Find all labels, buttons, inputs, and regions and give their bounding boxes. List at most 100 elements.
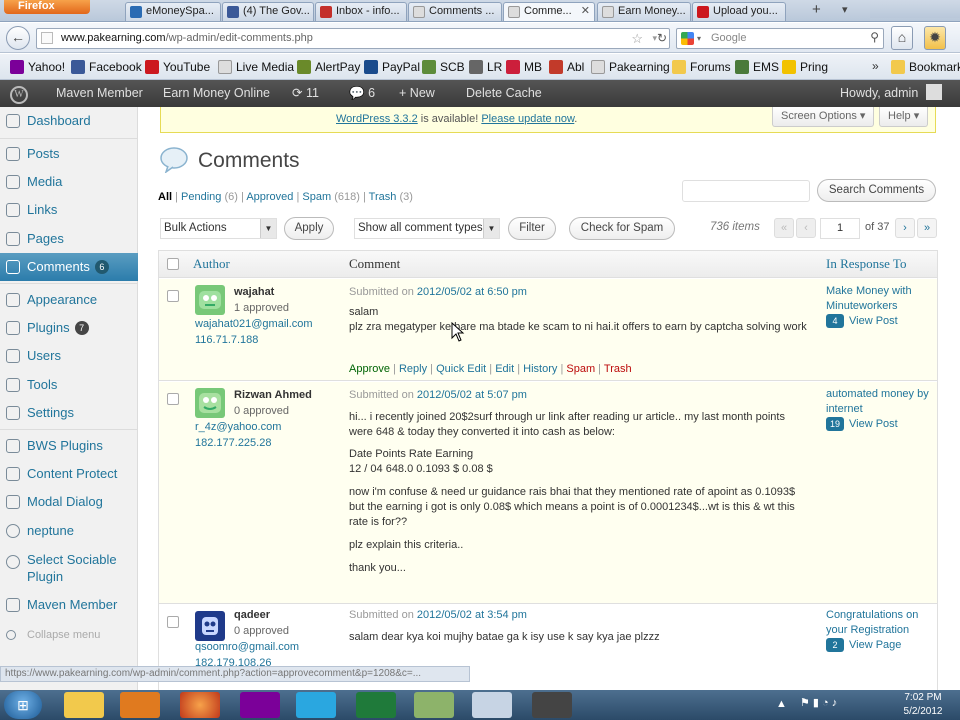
comment-type-select[interactable]: Show all comment types ▼ (354, 218, 500, 239)
url-bar[interactable]: www.pakearning.com/wp-admin/edit-comment… (36, 28, 670, 49)
sidebar-item-bws-plugins[interactable]: BWS Plugins (0, 432, 138, 460)
bookmark-item[interactable]: Live Media (218, 59, 294, 75)
tab-list-icon[interactable]: ▾ (842, 3, 848, 16)
system-tray-icons[interactable]: ⚑ ▮ ◔ ♪ (800, 696, 860, 712)
bookmark-item[interactable]: MB (506, 59, 542, 75)
comment-search-input[interactable] (682, 180, 810, 202)
camera-taskbar-icon[interactable] (532, 692, 572, 718)
bookmark-item[interactable]: Yahoo! (10, 59, 65, 75)
approve-link[interactable]: Approve (349, 363, 390, 375)
view-post-link[interactable]: View Post (849, 418, 898, 430)
sidebar-item-select-sociable[interactable]: Select Sociable Plugin (0, 548, 138, 588)
bookmark-item[interactable]: Pakearning (591, 59, 670, 75)
comment-date-link[interactable]: 2012/05/02 at 3:54 pm (417, 609, 527, 621)
adminbar-new[interactable]: + New (399, 80, 435, 107)
sidebar-item-links[interactable]: Links (0, 196, 138, 224)
first-page-button[interactable]: « (774, 218, 794, 238)
browser-tab[interactable]: Comments ... (408, 2, 502, 21)
reply-link[interactable]: Reply (399, 363, 427, 375)
filter-spam[interactable]: Spam (618) (302, 191, 360, 203)
sidebar-item-settings[interactable]: Settings (0, 399, 138, 427)
filter-approved[interactable]: Approved (246, 191, 293, 203)
column-response[interactable]: In Response To (826, 251, 906, 277)
browser-tab[interactable]: (4) The Gov... (222, 2, 314, 21)
history-link[interactable]: History (523, 363, 557, 375)
sidebar-item-media[interactable]: Media (0, 168, 138, 196)
browser-tab[interactable]: eMoneySpa... (125, 2, 221, 21)
collapse-menu-button[interactable]: Collapse menu (0, 621, 138, 649)
spam-link[interactable]: Spam (566, 363, 595, 375)
bookmark-item[interactable]: PayPal (364, 59, 420, 75)
new-tab-icon[interactable]: + (812, 1, 821, 18)
filter-all[interactable]: All (158, 191, 172, 203)
bookmark-item[interactable]: Forums (672, 59, 731, 75)
row-checkbox[interactable] (167, 290, 179, 302)
check-spam-button[interactable]: Check for Spam (569, 217, 675, 240)
sidebar-item-appearance[interactable]: Appearance (0, 286, 138, 314)
adminbar-delete-cache[interactable]: Delete Cache (466, 80, 542, 107)
wordpress-logo-icon[interactable]: W (10, 80, 32, 107)
response-post-link[interactable]: Congratulations on your Registration (826, 608, 931, 638)
help-button[interactable]: Help ▾ (879, 107, 929, 127)
firefox-taskbar-icon[interactable] (180, 692, 220, 718)
sidebar-item-posts[interactable]: Posts (0, 140, 138, 168)
browser-tab[interactable]: Earn Money... (597, 2, 691, 21)
trash-link[interactable]: Trash (604, 363, 632, 375)
taskbar-clock[interactable]: 7:02 PM 5/2/2012 (890, 690, 956, 719)
update-now-link[interactable]: Please update now (481, 113, 574, 125)
sidebar-item-pages[interactable]: Pages (0, 225, 138, 253)
comment-count-bubble[interactable]: 4 (826, 314, 844, 328)
bookmark-item[interactable]: Facebook (71, 59, 142, 75)
sidebar-item-comments[interactable]: Comments 6 (0, 253, 147, 281)
browser-tab[interactable]: Inbox - info... (315, 2, 407, 21)
bookmark-item[interactable]: YouTube (145, 59, 210, 75)
engine-dropdown-icon[interactable]: ▾ (697, 29, 701, 48)
sidebar-item-maven-member[interactable]: Maven Member (0, 591, 138, 619)
sidebar-item-neptune[interactable]: neptune (0, 517, 138, 545)
sidebar-item-tools[interactable]: Tools (0, 371, 138, 399)
current-page-input[interactable]: 1 (820, 218, 860, 239)
adminbar-howdy[interactable]: Howdy, admin (840, 80, 942, 107)
filter-trash[interactable]: Trash (3) (369, 191, 413, 203)
comment-date-link[interactable]: 2012/05/02 at 6:50 pm (417, 286, 527, 298)
bulk-actions-select[interactable]: Bulk Actions ▼ (160, 218, 277, 239)
sidebar-item-content-protect[interactable]: Content Protect (0, 460, 138, 488)
adminbar-updates[interactable]: ⟳ 11 (292, 80, 319, 107)
apply-button[interactable]: Apply (284, 217, 334, 240)
bookmarks-menu[interactable]: Bookmark (891, 59, 960, 75)
author-ip-link[interactable]: 182.177.225.28 (195, 437, 271, 449)
overflow-chevron-icon[interactable]: » (872, 59, 879, 73)
calculator-taskbar-icon[interactable] (472, 692, 512, 718)
bookmark-item[interactable]: AlertPay (297, 59, 360, 75)
screen-options-button[interactable]: Screen Options ▾ (772, 107, 875, 127)
row-checkbox[interactable] (167, 393, 179, 405)
bookmark-item[interactable]: EMS (735, 59, 779, 75)
home-button[interactable]: ⌂ (891, 26, 913, 50)
last-page-button[interactable]: » (917, 218, 937, 238)
back-button[interactable]: ← (6, 26, 30, 50)
prev-page-button[interactable]: ‹ (796, 218, 816, 238)
adminbar-site-name[interactable]: Earn Money Online (163, 80, 270, 107)
filter-pending[interactable]: Pending (6) (181, 191, 238, 203)
yahoo-messenger-taskbar-icon[interactable] (240, 692, 280, 718)
skype-taskbar-icon[interactable] (296, 692, 336, 718)
next-page-button[interactable]: › (895, 218, 915, 238)
bookmark-item[interactable]: Pring (782, 59, 828, 75)
row-checkbox[interactable] (167, 616, 179, 628)
author-email-link[interactable]: wajahat021@gmail.com (195, 318, 313, 330)
author-email-link[interactable]: r_4z@yahoo.com (195, 421, 281, 433)
browser-tab[interactable]: Upload you... (692, 2, 786, 21)
search-comments-button[interactable]: Search Comments (817, 179, 936, 202)
comment-count-bubble[interactable]: 2 (826, 638, 844, 652)
response-post-link[interactable]: automated money by internet (826, 387, 931, 417)
view-post-link[interactable]: View Post (849, 315, 898, 327)
adminbar-comments[interactable]: 💬 6 (349, 80, 375, 107)
bookmark-item[interactable]: LR (469, 59, 502, 75)
addon-button[interactable]: ✹ (924, 26, 946, 50)
bookmark-item[interactable]: Abl (549, 59, 584, 75)
search-icon[interactable]: ⚲ (870, 28, 879, 47)
bookmark-item[interactable]: SCB (422, 59, 465, 75)
wordpress-version-link[interactable]: WordPress 3.3.2 (336, 113, 418, 125)
sidebar-item-users[interactable]: Users (0, 342, 138, 370)
author-ip-link[interactable]: 116.71.7.188 (195, 334, 258, 346)
